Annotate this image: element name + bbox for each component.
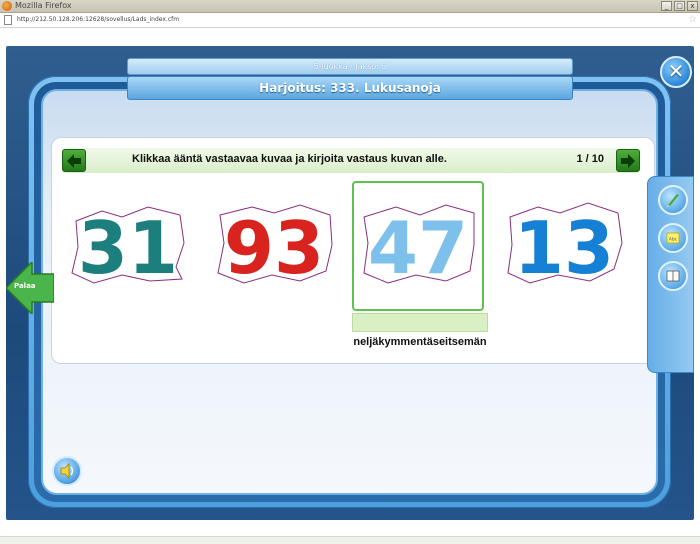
exercise-card: Klikkaa ääntä vastaavaa kuvaa ja kirjoit… (51, 137, 655, 364)
close-exercise-button[interactable]: ✕ (660, 56, 692, 88)
back-button[interactable]: Palaa (4, 260, 55, 316)
window-controls: _ □ x (661, 1, 698, 11)
number-31: 31 (78, 206, 178, 290)
pencil-icon (667, 194, 679, 207)
speaker-icon (60, 463, 74, 479)
number-93: 93 (224, 206, 324, 290)
close-icon: ✕ (667, 59, 685, 83)
minimize-button[interactable]: _ (661, 1, 672, 11)
sound-button[interactable] (52, 456, 82, 486)
window-title: Mozilla Firefox (15, 1, 72, 10)
exercise-title: Harjoitus: 333. Lukusanoja (127, 76, 573, 100)
book-icon (666, 270, 680, 282)
answer-input[interactable] (352, 313, 488, 332)
page-icon (4, 15, 12, 25)
close-window-button[interactable]: x (687, 1, 698, 11)
pencil-tool-button[interactable] (658, 185, 688, 215)
abc-icon: Abc (666, 232, 680, 244)
previous-button[interactable] (62, 149, 86, 172)
book-tool-button[interactable] (658, 261, 688, 291)
url-text[interactable]: http://212.50.128.206:12628/sovellus/Lad… (17, 16, 179, 23)
number-card-2[interactable]: 93 (208, 181, 340, 311)
question-counter: 1 / 10 (576, 153, 604, 165)
maximize-button[interactable]: □ (674, 1, 685, 11)
browser-statusbar (0, 536, 700, 544)
exercise-app: 5-luokka / Jakso: 5 Harjoitus: 333. Luku… (4, 46, 694, 520)
number-card-3[interactable]: 47 (352, 181, 484, 311)
tool-panel: Abc (647, 176, 694, 373)
back-label: Palaa (14, 282, 36, 290)
url-bar[interactable]: http://212.50.128.206:12628/sovellus/Lad… (0, 13, 700, 28)
number-card-1[interactable]: 31 (62, 181, 194, 311)
browser-titlebar: Mozilla Firefox _ □ x (0, 0, 700, 13)
arrow-left-icon (67, 154, 81, 168)
svg-text:Abc: Abc (669, 237, 678, 243)
bookmark-star-icon[interactable]: ☆ (688, 14, 697, 26)
instruction-text: Klikkaa ääntä vastaavaa kuvaa ja kirjoit… (132, 153, 447, 165)
next-button[interactable] (616, 149, 640, 172)
number-13: 13 (514, 206, 614, 290)
grade-period-label: 5-luokka / Jakso: 5 (127, 58, 573, 75)
arrow-right-icon (621, 154, 635, 168)
answer-text: neljäkymmentäseitsemän (353, 336, 487, 348)
firefox-icon (2, 1, 12, 11)
abc-tool-button[interactable]: Abc (658, 223, 688, 253)
number-47: 47 (368, 206, 468, 290)
instruction-bar: Klikkaa ääntä vastaavaa kuvaa ja kirjoit… (62, 148, 640, 173)
number-card-4[interactable]: 13 (498, 181, 630, 311)
